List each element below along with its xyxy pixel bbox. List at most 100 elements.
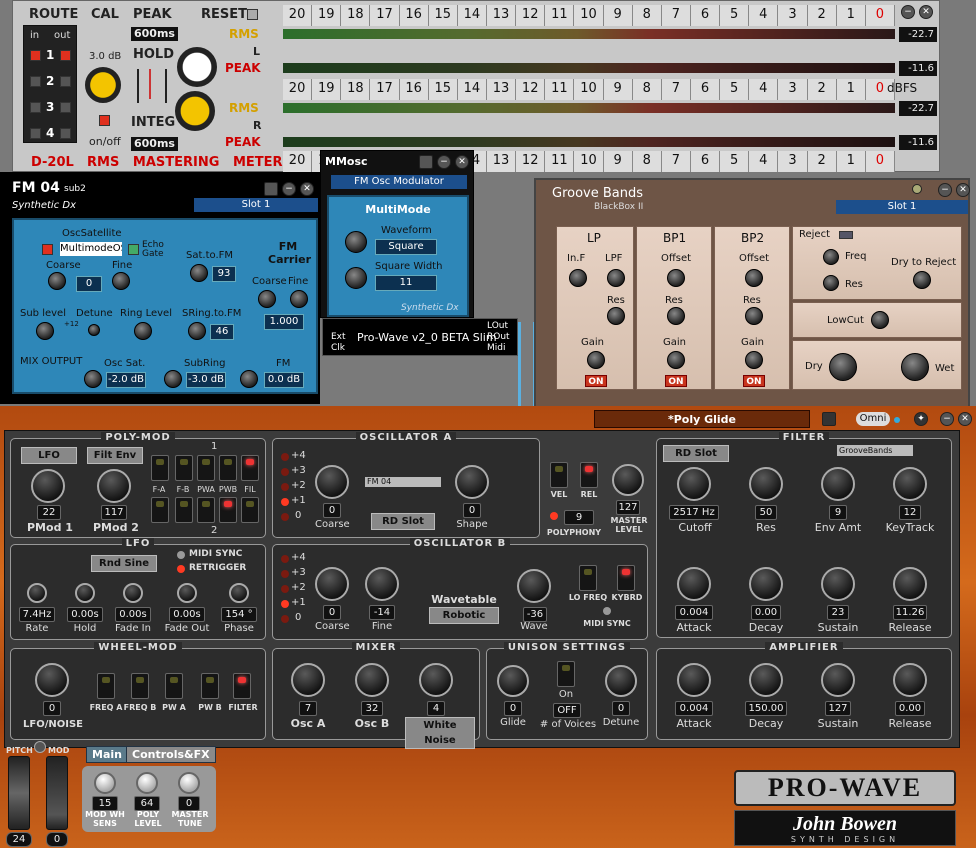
modwh-sens-knob[interactable]	[94, 772, 116, 794]
res-knob[interactable]	[749, 467, 783, 501]
lfo-retrigger-led[interactable]	[177, 565, 185, 573]
filter-decay-knob[interactable]	[749, 567, 783, 601]
polyphony-value[interactable]: 9	[564, 510, 594, 525]
reject-toggle[interactable]	[839, 231, 853, 239]
route-in-2[interactable]	[30, 76, 41, 87]
oscb-midisync-led[interactable]	[603, 607, 611, 615]
wm-pwa-switch[interactable]	[165, 673, 183, 699]
route-out-2[interactable]	[60, 76, 71, 87]
panel-icon[interactable]	[264, 182, 278, 196]
env-amt-knob[interactable]	[821, 467, 855, 501]
sat-to-fm-knob[interactable]	[190, 264, 208, 282]
bp2-gain-knob[interactable]	[745, 351, 763, 369]
lowcut-knob[interactable]	[871, 311, 889, 329]
cal-onoff-button[interactable]	[99, 115, 110, 126]
fm-mix-knob[interactable]	[240, 370, 258, 388]
osca-coarse-knob[interactable]	[315, 465, 349, 499]
pm-fb-switch-2[interactable]	[175, 497, 193, 523]
square-width-knob[interactable]	[345, 267, 367, 289]
oscb-oct-led-p4[interactable]	[281, 555, 289, 563]
minimize-icon[interactable]: −	[437, 155, 451, 169]
pm-fa-switch-1[interactable]	[151, 455, 169, 481]
pm-fb-switch-1[interactable]	[175, 455, 193, 481]
rel-switch[interactable]	[580, 462, 598, 488]
detune-knob[interactable]	[605, 665, 637, 697]
route-in-3[interactable]	[30, 102, 41, 113]
detune-knob[interactable]	[88, 324, 100, 336]
bp1-offset-knob[interactable]	[667, 269, 685, 287]
lp-gain-knob[interactable]	[587, 351, 605, 369]
subring-knob[interactable]	[164, 370, 182, 388]
close-icon[interactable]: ✕	[958, 412, 972, 426]
midi-port[interactable]: Midi	[487, 343, 505, 353]
lo-freq-switch[interactable]	[579, 565, 597, 591]
omni-button[interactable]: Omni	[856, 412, 890, 426]
wheel-link-icon[interactable]	[34, 741, 46, 753]
lfo-fadeout-knob[interactable]	[177, 583, 197, 603]
wm-freqa-switch[interactable]	[97, 673, 115, 699]
dry-knob[interactable]	[829, 353, 857, 381]
mix-noise-knob[interactable]	[419, 663, 453, 697]
route-in-1[interactable]	[30, 50, 41, 61]
coarse-knob[interactable]	[48, 272, 66, 290]
vel-switch[interactable]	[550, 462, 568, 488]
close-icon[interactable]: ✕	[919, 5, 933, 19]
master-level-knob[interactable]	[612, 464, 644, 496]
mix-osca-knob[interactable]	[291, 663, 325, 697]
filter-release-knob[interactable]	[893, 567, 927, 601]
route-out-4[interactable]	[60, 128, 71, 139]
integ-knob[interactable]	[175, 91, 215, 131]
kybrd-switch[interactable]	[617, 565, 635, 591]
preset-name[interactable]: *Poly Glide	[594, 410, 810, 428]
pm-pwa-switch-1[interactable]	[197, 455, 215, 481]
bp2-offset-knob[interactable]	[745, 269, 763, 287]
pitch-wheel[interactable]	[8, 756, 30, 830]
wm-freqb-switch[interactable]	[131, 673, 149, 699]
pmod1-knob[interactable]	[31, 469, 65, 503]
pin-icon[interactable]: ✦	[914, 412, 928, 426]
tab-controls-fx[interactable]: Controls&FX	[126, 746, 216, 763]
close-icon[interactable]: ✕	[455, 155, 469, 169]
reset-button[interactable]	[247, 9, 258, 20]
reject-freq-knob[interactable]	[823, 249, 839, 265]
pm-fa-switch-2[interactable]	[151, 497, 169, 523]
fine-knob[interactable]	[112, 272, 130, 290]
lfo-hold-knob[interactable]	[75, 583, 95, 603]
panel-icon[interactable]	[419, 155, 433, 169]
close-icon[interactable]: ✕	[956, 183, 970, 197]
pm-pwa-switch-2[interactable]	[197, 497, 215, 523]
close-icon[interactable]: ✕	[300, 182, 314, 196]
copy-icon[interactable]	[822, 412, 836, 426]
bp1-on-button[interactable]: ON	[665, 375, 687, 387]
unison-switch[interactable]	[557, 661, 575, 687]
oscb-oct-led-p3[interactable]	[281, 570, 289, 578]
minimize-icon[interactable]: −	[282, 182, 296, 196]
ring-level-knob[interactable]	[134, 322, 152, 340]
minimize-icon[interactable]: −	[901, 5, 915, 19]
filter-rd-slot-button[interactable]: RD Slot	[663, 445, 729, 462]
ext-port[interactable]: Ext	[331, 332, 346, 342]
clk-port[interactable]: Clk	[331, 343, 345, 353]
hold-knob[interactable]	[177, 47, 217, 87]
lfo-midisync-led[interactable]	[177, 551, 185, 559]
wavetable-selector[interactable]: Robotic	[429, 607, 499, 624]
osca-oct-led-0[interactable]	[281, 513, 289, 521]
filter-attack-knob[interactable]	[677, 567, 711, 601]
dry-to-reject-knob[interactable]	[913, 271, 931, 289]
amp-decay-knob[interactable]	[749, 663, 783, 697]
minimize-icon[interactable]: −	[938, 183, 952, 197]
wm-filter-switch[interactable]	[233, 673, 251, 699]
osca-shape-knob[interactable]	[455, 465, 489, 499]
pm-fil-switch-2[interactable]	[241, 497, 259, 523]
osc-sat-mix-knob[interactable]	[84, 370, 102, 388]
cutoff-knob[interactable]	[677, 467, 711, 501]
sub-level-knob[interactable]	[36, 322, 54, 340]
noise-type-selector[interactable]: White Noise	[405, 717, 475, 749]
lfo-phase-knob[interactable]	[229, 583, 249, 603]
pm-fil-switch-1[interactable]	[241, 455, 259, 481]
osca-oct-led-p3[interactable]	[281, 468, 289, 476]
osca-oct-led-p2[interactable]	[281, 483, 289, 491]
lpf-knob[interactable]	[607, 269, 625, 287]
oscb-fine-knob[interactable]	[365, 567, 399, 601]
waveform-knob[interactable]	[345, 231, 367, 253]
